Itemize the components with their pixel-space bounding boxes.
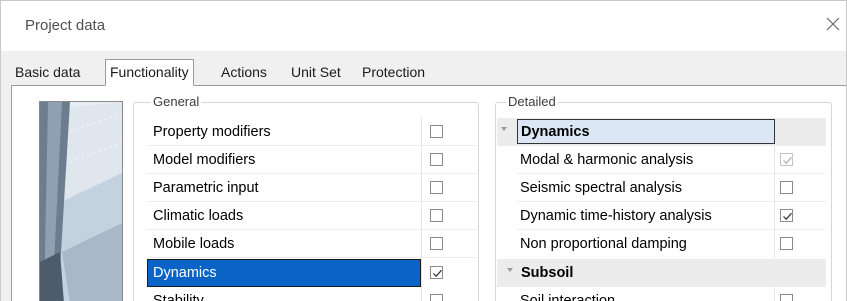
- detailed-row-seismic-spectral[interactable]: Seismic spectral analysis: [517, 174, 826, 202]
- general-row-mobile-loads[interactable]: Mobile loads: [147, 230, 477, 258]
- general-row-label: Model modifiers: [153, 152, 256, 168]
- general-row-property-modifiers[interactable]: Property modifiers: [147, 118, 477, 146]
- detailed-row-label: Soil interaction: [520, 293, 616, 301]
- category-label: Subsoil: [521, 265, 574, 281]
- check-icon: [783, 156, 792, 165]
- project-data-dialog: Project data Basic data Functionality Ac…: [0, 0, 847, 301]
- tab-protection[interactable]: Protection: [362, 64, 425, 80]
- general-row-label: Property modifiers: [153, 124, 271, 140]
- general-row-label: Mobile loads: [153, 236, 235, 252]
- detailed-row-label: Non proportional damping: [520, 236, 687, 252]
- property-modifiers-checkbox[interactable]: [430, 125, 443, 138]
- time-history-checkbox[interactable]: [780, 209, 793, 222]
- detailed-row-label: Dynamic time-history analysis: [520, 208, 712, 224]
- stability-checkbox[interactable]: [430, 294, 443, 301]
- model-modifiers-checkbox[interactable]: [430, 153, 443, 166]
- general-row-label: Stability: [153, 293, 204, 301]
- check-icon: [783, 212, 792, 221]
- detailed-row-modal-harmonic[interactable]: Modal & harmonic analysis: [517, 146, 826, 174]
- seismic-spectral-checkbox[interactable]: [780, 181, 793, 194]
- title-bar: Project data: [1, 1, 846, 51]
- check-icon: [433, 269, 442, 278]
- general-row-climatic-loads[interactable]: Climatic loads: [147, 202, 477, 230]
- mobile-loads-checkbox[interactable]: [430, 237, 443, 250]
- general-row-label: Parametric input: [153, 180, 259, 196]
- collapse-icon[interactable]: [501, 127, 507, 131]
- soil-interaction-checkbox[interactable]: [780, 294, 793, 301]
- tab-basic-data[interactable]: Basic data: [15, 64, 80, 80]
- close-icon[interactable]: [822, 13, 844, 35]
- non-proportional-damping-checkbox[interactable]: [780, 237, 793, 250]
- climatic-loads-checkbox[interactable]: [430, 209, 443, 222]
- general-row-label: Dynamics: [153, 265, 217, 281]
- tab-unit-set[interactable]: Unit Set: [291, 64, 341, 80]
- modal-harmonic-checkbox: [780, 153, 793, 166]
- detailed-row-time-history[interactable]: Dynamic time-history analysis: [517, 202, 826, 230]
- detailed-row-soil-interaction[interactable]: Soil interaction: [517, 287, 826, 301]
- collapse-icon[interactable]: [507, 268, 513, 272]
- category-row-dynamics[interactable]: Dynamics: [497, 118, 826, 146]
- general-row-dynamics[interactable]: Dynamics: [147, 259, 477, 287]
- dynamics-checkbox[interactable]: [430, 266, 443, 279]
- general-group-label: General: [151, 94, 202, 109]
- general-row-model-modifiers[interactable]: Model modifiers: [147, 146, 477, 174]
- parametric-input-checkbox[interactable]: [430, 181, 443, 194]
- detailed-row-non-proportional-damping[interactable]: Non proportional damping: [517, 230, 826, 258]
- dialog-title: Project data: [25, 17, 106, 34]
- tab-actions[interactable]: Actions: [221, 64, 267, 80]
- detailed-row-label: Seismic spectral analysis: [520, 180, 682, 196]
- category-row-subsoil[interactable]: Subsoil: [497, 259, 826, 287]
- category-label: Dynamics: [521, 124, 590, 140]
- general-row-label: Climatic loads: [153, 208, 244, 224]
- tab-functionality[interactable]: Functionality: [105, 59, 194, 86]
- project-preview-image: [39, 101, 123, 301]
- detailed-row-label: Modal & harmonic analysis: [520, 152, 694, 168]
- general-row-parametric-input[interactable]: Parametric input: [147, 174, 477, 202]
- detailed-group-label: Detailed: [506, 94, 558, 109]
- general-row-stability[interactable]: Stability: [147, 287, 477, 301]
